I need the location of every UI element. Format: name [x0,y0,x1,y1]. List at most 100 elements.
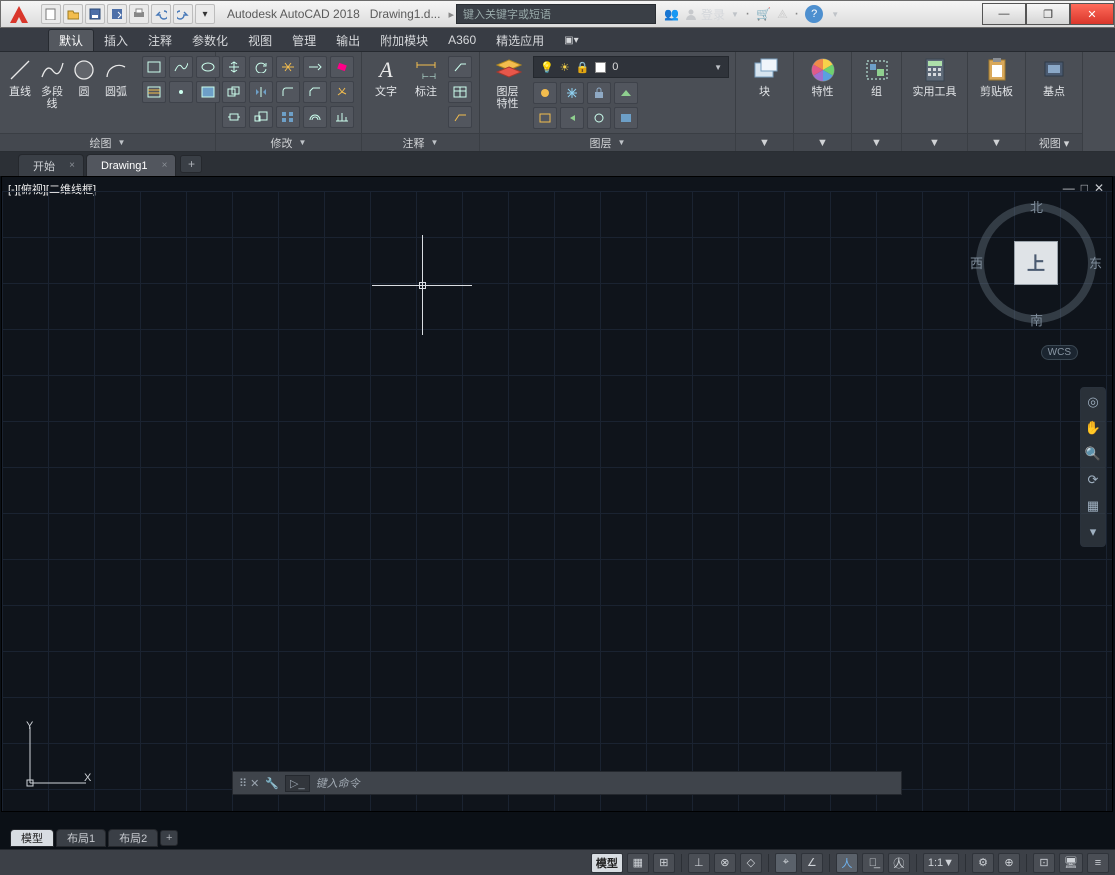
compass-north[interactable]: 北 [1030,197,1043,216]
window-close-button[interactable]: ✕ [1070,3,1114,25]
compass-east[interactable]: 东 [1089,253,1102,272]
tab-parametric[interactable]: 参数化 [182,29,238,51]
tab-featured[interactable]: 精选应用 [486,29,554,51]
tool-line[interactable]: 直线 [6,56,34,110]
layout-tab-model[interactable]: 模型 [10,829,54,847]
exchange-icon[interactable]: 🛒 [756,7,771,21]
tool-clipboard[interactable]: 剪贴板 [974,56,1019,110]
layout-tab-1[interactable]: 布局1 [56,829,106,847]
panel-title-draw[interactable]: 绘图▼ [0,133,215,151]
status-grid-icon[interactable]: ▦ [627,853,649,873]
layer-lock-icon[interactable] [587,82,611,104]
help-dropdown-icon[interactable]: ▼ [831,10,839,19]
status-isodraft-icon[interactable]: ◇ [740,853,762,873]
tool-arc[interactable]: 圆弧 [102,56,130,110]
mleader-icon[interactable] [448,106,472,128]
panel-title-view[interactable]: 视图 ▾ [1026,133,1082,151]
spline-icon[interactable] [169,56,193,78]
offset-icon[interactable] [303,106,327,128]
layer-match-icon[interactable] [533,107,557,129]
qat-undo-icon[interactable] [151,4,171,24]
window-minimize-button[interactable]: — [982,3,1026,25]
erase-icon[interactable] [330,56,354,78]
status-transparency-icon[interactable]: 人⃝ [888,853,910,873]
drawing-canvas[interactable]: [-][俯视][二维线框] — □ ✕ X Y 上 北 南 东 西 WCS ◎ … [1,176,1113,812]
mirror-icon[interactable] [249,81,273,103]
tab-manage[interactable]: 管理 [282,29,326,51]
tool-text[interactable]: A 文字 [368,56,404,110]
layer-freeze-icon[interactable] [560,82,584,104]
tool-polyline[interactable]: 多段线 [38,56,66,110]
panel-title-layers[interactable]: 图层▼ [480,133,735,151]
help-icon[interactable]: ? [805,5,823,23]
qat-open-icon[interactable] [63,4,83,24]
tab-view[interactable]: 视图 [238,29,282,51]
tab-drawing1[interactable]: Drawing1× [86,154,176,176]
close-icon[interactable]: × [69,160,75,171]
tab-annotate[interactable]: 注释 [138,29,182,51]
tab-a360[interactable]: A360 [438,29,486,51]
tab-extra-icon[interactable]: ▣▾ [554,29,588,51]
scale-icon[interactable] [249,106,273,128]
qat-more-icon[interactable]: ▾ [195,4,215,24]
infocenter-icon[interactable]: 👥 [664,7,679,21]
pan-icon[interactable]: ✋ [1083,418,1103,438]
showmotion-icon[interactable]: ▦ [1083,496,1103,516]
cmdline-config-icon[interactable]: 🔧 [265,777,279,790]
qat-save-icon[interactable] [85,4,105,24]
app-logo[interactable] [1,1,37,27]
status-monitor-icon[interactable]: 🖥 [1059,853,1083,873]
rotate-icon[interactable] [249,56,273,78]
orbit-icon[interactable]: ⟳ [1083,470,1103,490]
layer-make-current-icon[interactable] [614,82,638,104]
explode-icon[interactable] [330,81,354,103]
status-snapmode-icon[interactable]: ⊞ [653,853,675,873]
fullnav-wheel-icon[interactable]: ◎ [1083,392,1103,412]
status-annoscale[interactable]: 1:1 ▼ [923,853,959,873]
viewcube[interactable]: 上 北 南 东 西 [976,203,1096,323]
stretch-icon[interactable] [222,106,246,128]
tool-properties[interactable]: 特性 [800,56,845,110]
compass-south[interactable]: 南 [1030,310,1043,329]
status-customize-icon[interactable]: ≡ [1087,853,1109,873]
move-icon[interactable] [222,56,246,78]
wcs-badge[interactable]: WCS [1041,345,1078,360]
command-line[interactable]: ⠿ ✕ 🔧 ▷_ 键入命令 [232,771,902,795]
a360-icon[interactable]: ⟁ [777,7,788,22]
status-dynamic-input-icon[interactable]: 人 [836,853,858,873]
trim-icon[interactable] [276,56,300,78]
add-layout-button[interactable]: + [160,830,178,846]
leader-icon[interactable] [448,56,472,78]
layout-tab-2[interactable]: 布局2 [108,829,158,847]
ucs-icon[interactable]: X Y [20,717,96,793]
layer-off-icon[interactable] [533,82,557,104]
status-ortho-icon[interactable]: ⊥ [688,853,710,873]
table-icon[interactable] [448,81,472,103]
close-icon[interactable]: × [162,160,168,171]
status-gear-icon[interactable]: ⚙ [972,853,994,873]
tool-dimension[interactable]: ⊢⊣ 标注 [408,56,444,110]
qat-saveas-icon[interactable] [107,4,127,24]
cmdline-handle-icon[interactable]: ⠿ ✕ [239,777,259,790]
point-icon[interactable] [169,81,193,103]
status-otrack-icon[interactable]: ∠ [801,853,823,873]
status-osnap-icon[interactable]: ⌖ [775,853,797,873]
layer-selector[interactable]: 💡 ☀ 🔒 0 ▼ [533,56,729,78]
tool-layer-properties[interactable]: 图层 特性 [486,56,529,110]
tab-start[interactable]: 开始× [18,154,84,176]
compass-west[interactable]: 西 [970,253,983,272]
layer-previous-icon[interactable] [560,107,584,129]
qat-plot-icon[interactable] [129,4,149,24]
copy-icon[interactable] [222,81,246,103]
tool-circle[interactable]: 圆 [70,56,98,110]
hatch-icon[interactable] [142,81,166,103]
qat-redo-icon[interactable] [173,4,193,24]
fillet-icon[interactable] [276,81,300,103]
status-polar-icon[interactable]: ⊗ [714,853,736,873]
zoom-extents-icon[interactable]: 🔍 [1083,444,1103,464]
panel-title-modify[interactable]: 修改▼ [216,133,361,151]
tab-addins[interactable]: 附加模块 [370,29,438,51]
search-input[interactable]: 键入关键字或短语 [456,4,656,24]
viewcube-top-face[interactable]: 上 [1014,241,1058,285]
tool-utilities[interactable]: 实用工具 [908,56,961,110]
